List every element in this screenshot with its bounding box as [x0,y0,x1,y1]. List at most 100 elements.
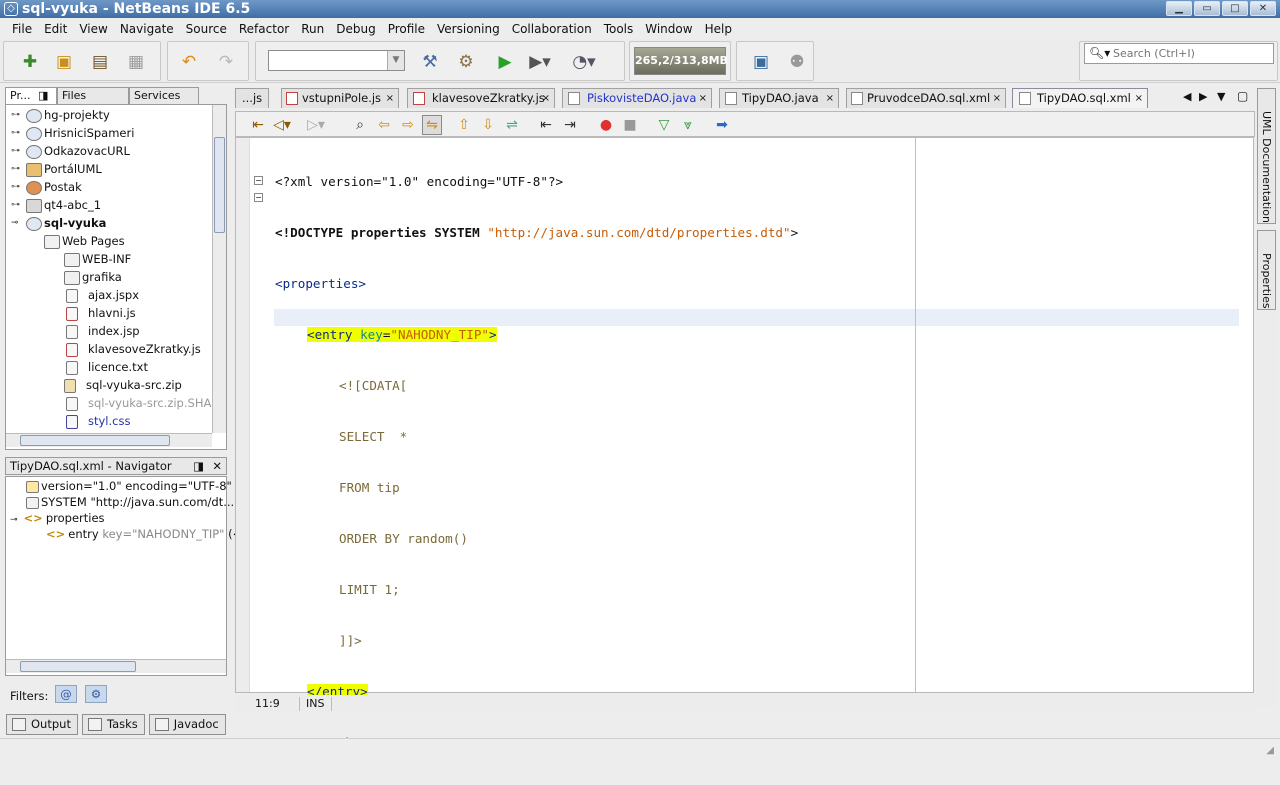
nav-node-entry[interactable]: <>entry key="NAHODNY_TIP" (<! [46,525,247,543]
menu-profile[interactable]: Profile [382,22,431,36]
xsl-transform-icon[interactable]: ➡ [712,115,732,135]
tree-node-hg-projekty[interactable]: ⊶ hg-projekty [11,106,110,124]
tree-node-postak[interactable]: ⊶ Postak [11,178,82,196]
tab-projects[interactable]: Pr... ◨ ✕ [5,87,57,115]
close-tab-icon[interactable]: × [699,89,707,108]
next-bookmark-icon[interactable]: ⇩ [478,115,498,135]
menu-navigate[interactable]: Navigate [114,22,180,36]
menu-versioning[interactable]: Versioning [431,22,506,36]
restore-button[interactable]: ▭ [1194,1,1220,16]
open-project-icon[interactable]: ▤ [88,50,112,74]
previous-bookmark-icon[interactable]: ⇧ [454,115,474,135]
redo-icon[interactable]: ↷ [214,50,238,74]
tree-node-qt4-abc[interactable]: ⊶ qt4-abc_1 [11,196,101,214]
close-tab-icon[interactable]: × [1135,89,1143,108]
tree-node-portaluml[interactable]: ⊶ PortálUML [11,160,102,178]
maximize-button[interactable]: □ [1222,1,1248,16]
tree-node-web-inf[interactable]: WEB-INF [52,250,131,268]
editor-tab-tipydao-sql-xml[interactable]: TipyDAO.sql.xml × [1012,88,1148,108]
expand-icon[interactable]: ⊸ [10,515,18,525]
minimize-button[interactable]: ▁ [1166,1,1192,16]
projects-vertical-scrollbar[interactable] [212,105,226,433]
last-edit-icon[interactable]: ⇤ [248,115,268,135]
tree-node-ajax-jspx[interactable]: ajax.jspx [66,286,139,304]
find-previous-icon[interactable]: ⇦ [374,115,394,135]
tree-node-sql-vyuka-src-zip[interactable]: sql-vyuka-src.zip [52,376,182,394]
configuration-select[interactable]: ▼ [268,50,405,71]
new-file-icon[interactable]: ✚ [18,50,42,74]
code-editor[interactable]: − − <?xml version="1.0" encoding="UTF-8"… [235,137,1254,750]
debug-icon[interactable]: ▶▾ [528,50,552,74]
shift-left-icon[interactable]: ⇤ [536,115,556,135]
close-tab-icon[interactable]: × [542,89,550,108]
tree-node-sql-vyuka-src-zip-sha[interactable]: sql-vyuka-src.zip.SHA [66,394,211,412]
quick-search-box[interactable]: 🔍︎▾ [1084,43,1274,64]
resize-grip-icon[interactable]: ◢ [1266,745,1274,756]
fold-properties-icon[interactable]: − [254,176,263,185]
tree-node-grafika[interactable]: grafika [52,268,122,286]
memory-usage-indicator[interactable]: 265,2/313,8MB [634,47,728,75]
tree-node-hlavni-js[interactable]: hlavni.js [66,304,136,322]
close-tab-icon[interactable]: × [993,89,1001,108]
tab-services[interactable]: Services [129,87,199,104]
menu-file[interactable]: File [6,22,38,36]
validate-xml-icon[interactable]: ⩔ [678,115,698,135]
stop-macro-icon[interactable]: ■ [620,115,640,135]
tree-node-hrisnicispameri[interactable]: ⊶ HrisniciSpameri [11,124,134,142]
navigator-horizontal-scrollbar[interactable] [6,659,226,673]
scrollbar-thumb[interactable] [20,435,170,446]
menu-run[interactable]: Run [295,22,330,36]
menu-source[interactable]: Source [180,22,233,36]
toggle-highlight-icon[interactable]: ⇋ [422,115,442,135]
tree-node-sql-vyuka[interactable]: ⊸ sql-vyuka [11,214,106,232]
run-icon[interactable]: ▶ [493,50,517,74]
menu-view[interactable]: View [73,22,113,36]
menu-debug[interactable]: Debug [330,22,381,36]
projects-horizontal-scrollbar[interactable] [6,433,212,447]
window-title-bar[interactable]: ◇ sql-vyuka - NetBeans IDE 6.5 ▁ ▭ □ ✕ [0,0,1280,18]
shift-right-icon[interactable]: ⇥ [560,115,580,135]
editor-tab-js[interactable]: ...js [235,88,269,108]
code-text[interactable]: <?xml version="1.0" encoding="UTF-8"?> <… [275,139,798,785]
profile-icon[interactable]: ◔▾ [572,50,596,74]
output-button[interactable]: Output [6,714,78,735]
tab-properties[interactable]: Properties [1257,230,1276,310]
menu-tools[interactable]: Tools [598,22,640,36]
editor-tab-vstupnipole[interactable]: vstupniPole.js × [281,88,399,108]
close-tab-icon[interactable]: × [826,89,834,108]
navigator-header[interactable]: TipyDAO.sql.xml - Navigator ◨ ✕ [5,457,227,475]
scrollbar-thumb[interactable] [214,137,225,233]
tree-node-web-pages[interactable]: Web Pages [32,232,125,250]
save-all-icon[interactable]: ▦ [124,50,148,74]
menu-window[interactable]: Window [639,22,698,36]
filter-content-icon[interactable]: ⚙ [85,685,107,703]
new-project-icon[interactable]: ▣ [52,50,76,74]
scroll-tabs-left-icon[interactable]: ◀ [1183,90,1191,103]
undo-icon[interactable]: ↶ [177,50,201,74]
close-window-button[interactable]: ✕ [1250,1,1276,16]
tree-node-licence-txt[interactable]: licence.txt [66,358,148,376]
editor-tab-tipydao-java[interactable]: TipyDAO.java × [719,88,839,108]
editor-tab-pruvodcedao[interactable]: PruvodceDAO.sql.xml × [846,88,1006,108]
javadoc-button[interactable]: Javadoc [148,714,226,735]
user-icon[interactable]: ▣ [749,50,773,74]
menu-collaboration[interactable]: Collaboration [506,22,598,36]
editor-tab-piskovistedao[interactable]: PiskovisteDAO.java × [562,88,712,108]
find-selection-icon[interactable]: ⌕ [350,115,370,135]
clean-build-icon[interactable]: ⚙ [454,50,478,74]
menu-help[interactable]: Help [699,22,738,36]
toggle-bookmark-icon[interactable]: ⇌ [502,115,522,135]
start-macro-icon[interactable]: ● [596,115,616,135]
close-icon[interactable]: ✕ [212,458,222,474]
menu-edit[interactable]: Edit [38,22,73,36]
find-next-icon[interactable]: ⇨ [398,115,418,135]
menu-refactor[interactable]: Refactor [233,22,295,36]
forward-icon[interactable]: ▷▾ [306,115,326,135]
tab-files[interactable]: Files [57,87,129,104]
tree-node-styl-css[interactable]: styl.css [66,412,130,430]
fold-entry-icon[interactable]: − [254,193,263,202]
editor-tab-klavesovezkratky[interactable]: klavesoveZkratky.js × [407,88,555,108]
tasks-button[interactable]: Tasks [81,714,145,735]
tree-node-odkazovacurl[interactable]: ⊶ OdkazovacURL [11,142,130,160]
tree-node-klavesovezkratky-js[interactable]: klavesoveZkratky.js [66,340,201,358]
